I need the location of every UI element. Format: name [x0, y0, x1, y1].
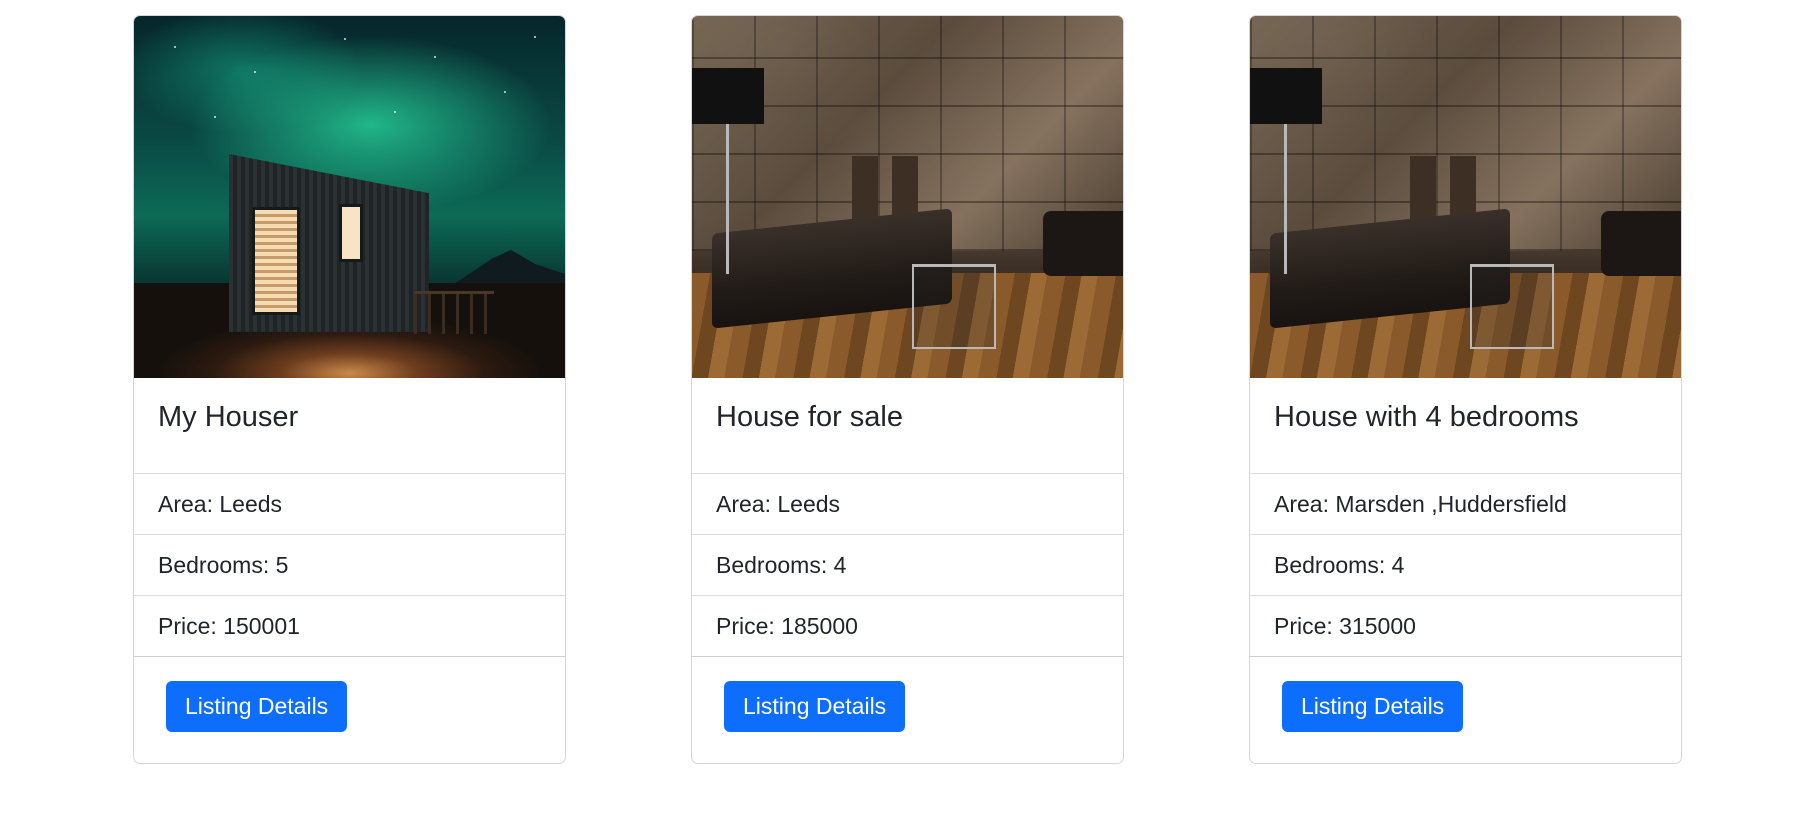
- listing-image: [1250, 16, 1681, 378]
- listing-details-button[interactable]: Listing Details: [1282, 681, 1464, 732]
- listing-price: Price: 185000: [692, 596, 1123, 657]
- listing-details-button[interactable]: Listing Details: [166, 681, 348, 732]
- card-footer: Listing Details: [1250, 657, 1681, 763]
- listing-title: My Houser: [134, 378, 565, 474]
- listing-card: House with 4 bedrooms Area: Marsden ,Hud…: [1249, 15, 1682, 764]
- listing-details-button[interactable]: Listing Details: [724, 681, 906, 732]
- listings-grid: My Houser Area: Leeds Bedrooms: 5 Price:…: [133, 15, 1682, 764]
- listing-bedrooms: Bedrooms: 4: [1250, 535, 1681, 596]
- card-footer: Listing Details: [692, 657, 1123, 763]
- listing-card: House for sale Area: Leeds Bedrooms: 4 P…: [691, 15, 1124, 764]
- listing-area: Area: Leeds: [692, 474, 1123, 535]
- listing-area: Area: Marsden ,Huddersfield: [1250, 474, 1681, 535]
- listing-card: My Houser Area: Leeds Bedrooms: 5 Price:…: [133, 15, 566, 764]
- listing-image: [692, 16, 1123, 378]
- listing-bedrooms: Bedrooms: 4: [692, 535, 1123, 596]
- card-footer: Listing Details: [134, 657, 565, 763]
- listing-area: Area: Leeds: [134, 474, 565, 535]
- listing-image: [134, 16, 565, 378]
- listing-title: House for sale: [692, 378, 1123, 474]
- listing-bedrooms: Bedrooms: 5: [134, 535, 565, 596]
- listing-title: House with 4 bedrooms: [1250, 378, 1681, 474]
- listing-price: Price: 315000: [1250, 596, 1681, 657]
- listing-price: Price: 150001: [134, 596, 565, 657]
